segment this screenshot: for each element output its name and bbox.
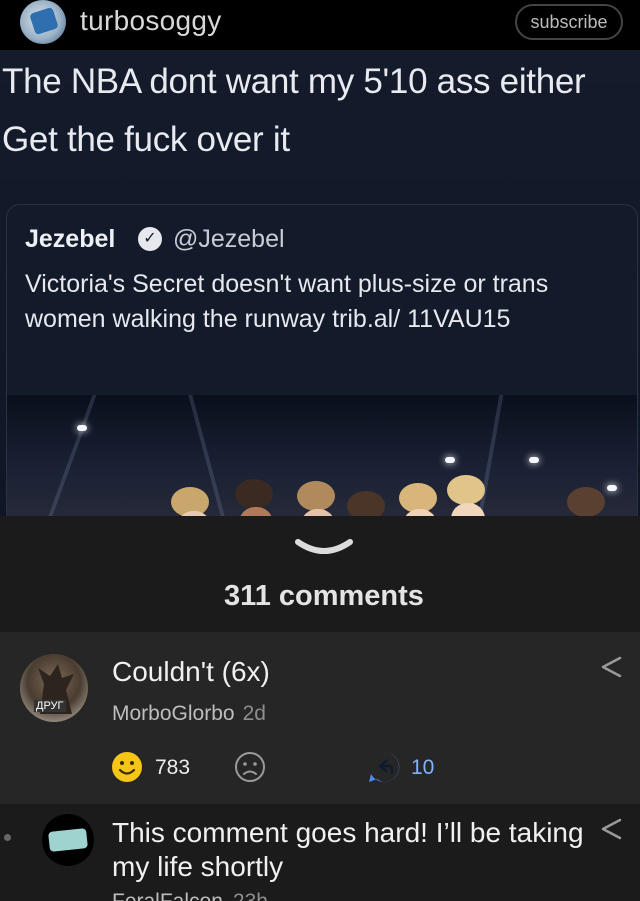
comment-author[interactable]: FeralFalcon	[112, 890, 223, 901]
reply-count: 10	[411, 756, 435, 779]
subscribe-button[interactable]: subscribe	[515, 4, 623, 40]
reply-icon[interactable]	[367, 750, 401, 784]
comment-meta: MorboGlorbo 2d	[112, 702, 266, 726]
comment-author[interactable]: MorboGlorbo	[112, 702, 235, 725]
light-beam	[41, 395, 97, 516]
model-figure	[297, 481, 335, 511]
quoted-tweet-body: Victoria's Secret doesn't want plus-size…	[25, 270, 549, 333]
user-avatar[interactable]	[20, 0, 66, 44]
comment-meta: FeralFalcon 23h	[112, 890, 268, 901]
stage-light	[77, 425, 87, 431]
quoted-tweet-handle: @Jezebel	[173, 225, 285, 253]
commenter-avatar[interactable]: ДРУГ	[20, 654, 88, 722]
runway-photo	[7, 395, 637, 516]
model-figure	[567, 487, 605, 516]
avatar-tag: ДРУГ	[34, 700, 66, 712]
stage-light	[445, 457, 455, 463]
model-figure	[447, 475, 485, 505]
comment: ДРУГ Couldn't (6x) MorboGlorbo 2d 783 10	[0, 632, 640, 804]
thread-indicator	[4, 834, 11, 841]
model-figure	[347, 491, 385, 516]
smile-icon[interactable]	[111, 751, 143, 783]
share-icon[interactable]	[598, 816, 624, 842]
post-image[interactable]: The NBA dont want my 5'10 ass either Get…	[0, 50, 640, 516]
comment-text: This comment goes hard! I’ll be taking m…	[112, 817, 584, 882]
comments-count: 311 comments	[224, 580, 424, 612]
model-figure	[239, 507, 273, 516]
quoted-tweet-name: Jezebel	[25, 225, 116, 253]
post-header: turbosoggy subscribe	[0, 0, 640, 50]
model-figure	[235, 479, 273, 509]
comment-text: Couldn't (6x)	[112, 656, 270, 687]
comment-time: 23h	[233, 890, 268, 901]
avatar-graphic	[29, 6, 59, 36]
frown-icon[interactable]	[234, 751, 266, 783]
like-count: 783	[155, 756, 191, 779]
comment: This comment goes hard! I’ll be taking m…	[0, 804, 640, 901]
model-figure	[301, 509, 335, 516]
stage-light	[529, 457, 539, 463]
meme-caption-line-1: The NBA dont want my 5'10 ass either	[2, 62, 586, 101]
chevron-down-icon[interactable]	[294, 538, 354, 558]
quoted-tweet: Jezebel ✓ @Jezebel Victoria's Secret doe…	[6, 204, 638, 516]
stage-light	[607, 485, 617, 491]
verified-icon: ✓	[138, 227, 162, 251]
meme-caption-line-2: Get the fuck over it	[2, 120, 290, 159]
avatar-graphic	[48, 828, 88, 852]
comment-time: 2d	[242, 702, 266, 725]
commenter-avatar[interactable]	[42, 814, 94, 866]
username[interactable]: turbosoggy	[80, 5, 222, 37]
share-icon[interactable]	[598, 654, 624, 680]
comments-summary: 311 comments	[0, 566, 640, 632]
